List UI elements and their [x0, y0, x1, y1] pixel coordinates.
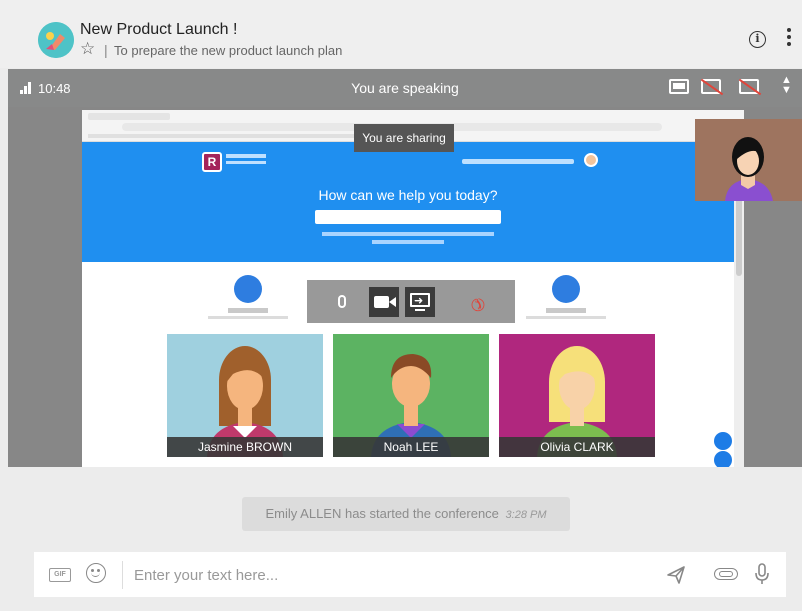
info-icon[interactable]: i: [749, 31, 766, 48]
category-icon: [552, 275, 580, 303]
video-camera-icon[interactable]: [369, 287, 399, 317]
message-composer: GIF: [34, 552, 786, 597]
more-vertical-icon[interactable]: [786, 28, 792, 50]
participant-name: Olivia CLARK: [499, 437, 655, 457]
help-center-hero: R How can we help you today?: [82, 142, 734, 262]
message-input[interactable]: [134, 562, 674, 588]
conversation-avatar[interactable]: [38, 22, 74, 58]
participant-tile[interactable]: Olivia CLARK: [499, 334, 655, 457]
share-screen-icon[interactable]: ➜: [405, 287, 435, 317]
system-message-time: 3:28 PM: [505, 509, 547, 521]
rainbow-logo: R: [202, 152, 222, 172]
call-controls: ➜ ✆: [307, 280, 515, 323]
send-icon[interactable]: [666, 565, 686, 585]
help-search-box: [315, 210, 501, 224]
user-avatar: [584, 153, 598, 167]
category-icon: [234, 275, 262, 303]
star-icon[interactable]: ☆: [80, 40, 95, 58]
sharing-indicator: You are sharing: [354, 124, 454, 152]
system-message-text: Emily ALLEN has started the conference: [265, 506, 499, 521]
call-status-bar: 10:48 You are speaking ▲ ▼: [8, 69, 802, 107]
globe-icon: [714, 432, 732, 450]
participant-name: Noah LEE: [333, 437, 489, 457]
emoji-icon[interactable]: [86, 563, 106, 583]
video-area: R How can we help you today? You are sha…: [8, 107, 802, 467]
participant-tile[interactable]: Noah LEE: [333, 334, 489, 457]
gif-icon[interactable]: GIF: [49, 568, 71, 582]
conversation-topic: To prepare the new product launch plan: [114, 43, 343, 58]
composer-divider: [122, 561, 123, 589]
hang-up-icon[interactable]: ✆: [466, 287, 497, 317]
self-video: [695, 119, 802, 201]
chevron-updown-icon[interactable]: ▲ ▼: [781, 75, 792, 96]
participant-name: Jasmine BROWN: [167, 437, 323, 457]
conversation-title: New Product Launch !: [80, 21, 238, 38]
screen-share-off-icon[interactable]: [738, 78, 762, 97]
participant-tile[interactable]: Jasmine BROWN: [167, 334, 323, 457]
screen-off-icon[interactable]: [700, 78, 724, 97]
attachment-icon[interactable]: [714, 568, 738, 580]
hero-title: How can we help you today?: [318, 187, 498, 203]
chat-bubble-icon: [714, 451, 732, 467]
conversation-header: New Product Launch ! ☆ | To prepare the …: [0, 0, 802, 68]
microphone-icon[interactable]: [327, 287, 357, 317]
topic-separator: |: [104, 42, 108, 58]
system-message: Emily ALLEN has started the conference 3…: [242, 497, 570, 531]
screen-layout-icon[interactable]: [668, 78, 690, 97]
microphone-icon[interactable]: [754, 563, 770, 585]
